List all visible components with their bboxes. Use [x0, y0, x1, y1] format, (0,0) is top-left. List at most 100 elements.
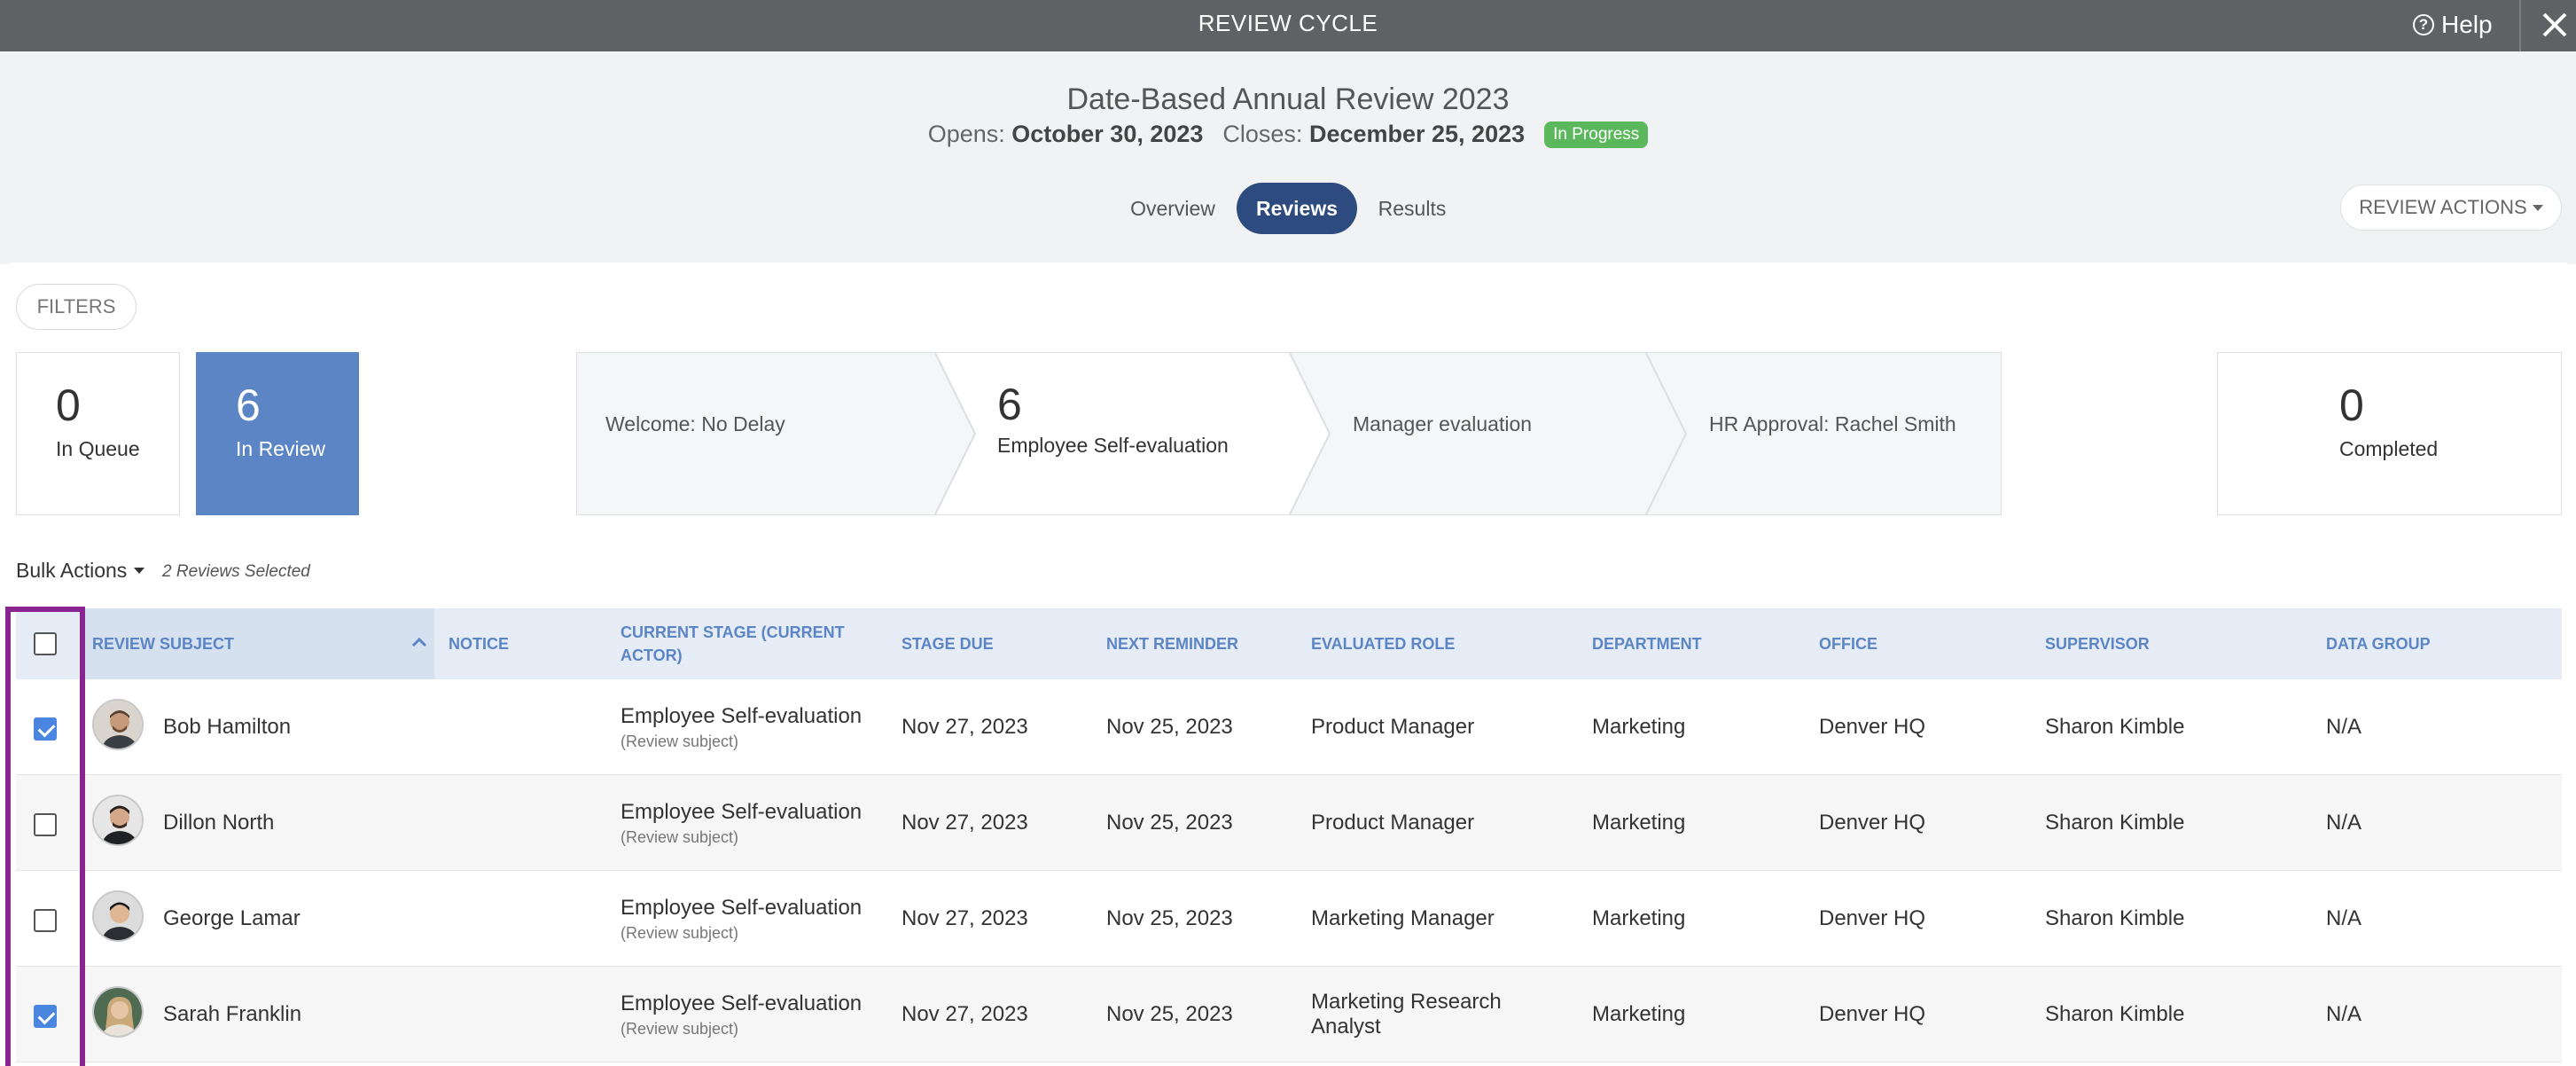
stage-self-evaluation[interactable]: 6 Employee Self-evaluation	[957, 352, 1312, 515]
help-button[interactable]: ? Help	[2413, 7, 2493, 43]
evaluated-role: Marketing Research Analyst	[1311, 990, 1502, 1039]
closes-date: December 25, 2023	[1308, 121, 1526, 147]
table-row[interactable]: Sarah Franklin Employee Self-evaluation …	[16, 967, 2562, 1062]
review-subject-name[interactable]: Dillon North	[163, 775, 274, 871]
review-actions-label: REVIEW ACTIONS	[2359, 196, 2527, 218]
department: Marketing	[1592, 906, 1686, 930]
table-row[interactable]: George Lamar Employee Self-evaluation (R…	[16, 871, 2562, 967]
topbar-divider	[2519, 0, 2521, 51]
stage-hr-approval[interactable]: HR Approval: Rachel Smith	[1667, 352, 2002, 515]
column-current-stage[interactable]: CURRENT STAGE (CURRENT ACTOR)	[621, 608, 886, 679]
next-reminder: Nov 25, 2023	[1106, 906, 1233, 930]
column-next-reminder[interactable]: NEXT REMINDER	[1106, 608, 1301, 679]
closes-label: Closes:	[1222, 121, 1303, 147]
stat-in-review[interactable]: 6 In Review	[196, 352, 359, 515]
opens-date: October 30, 2023	[1011, 121, 1204, 147]
stage-welcome-label: Welcome: No Delay	[605, 412, 785, 435]
office: Denver HQ	[1819, 811, 1926, 835]
table-header: REVIEW SUBJECT NOTICE CURRENT STAGE (CUR…	[16, 608, 2562, 679]
stage-manager-evaluation[interactable]: Manager evaluation	[1312, 352, 1667, 515]
column-office[interactable]: OFFICE	[1819, 608, 2032, 679]
cycle-dates: Opens: October 30, 2023 Closes: December…	[0, 121, 2576, 148]
current-stage: Employee Self-evaluation (Review subject…	[621, 871, 862, 967]
stage-self-evaluation-label: Employee Self-evaluation	[997, 434, 1229, 457]
in-review-label: In Review	[236, 437, 325, 460]
completed-count: 0	[2339, 380, 2364, 430]
office: Denver HQ	[1819, 906, 1926, 930]
filters-button[interactable]: FILTERS	[16, 284, 137, 330]
column-notice[interactable]: NOTICE	[449, 608, 608, 679]
stat-in-queue[interactable]: 0 In Queue	[16, 352, 180, 515]
caret-down-icon	[134, 568, 145, 574]
tab-reviews[interactable]: Reviews	[1237, 183, 1357, 234]
help-icon: ?	[2413, 14, 2434, 35]
row-checkbox[interactable]	[34, 717, 57, 741]
table-row[interactable]: Dillon North Employee Self-evaluation (R…	[16, 775, 2562, 871]
status-badge: In Progress	[1544, 121, 1649, 148]
supervisor: Sharon Kimble	[2045, 906, 2185, 930]
review-subject-name[interactable]: George Lamar	[163, 871, 301, 967]
cycle-header: Date-Based Annual Review 2023 Opens: Oct…	[0, 51, 2576, 264]
data-group: N/A	[2326, 811, 2362, 835]
data-group: N/A	[2326, 1002, 2362, 1026]
office: Denver HQ	[1819, 1002, 1926, 1026]
data-group: N/A	[2326, 715, 2362, 739]
close-button[interactable]	[2537, 7, 2572, 43]
column-review-subject[interactable]: REVIEW SUBJECT	[80, 608, 434, 679]
in-queue-count: 0	[56, 380, 81, 430]
evaluated-role: Product Manager	[1311, 811, 1475, 835]
review-subject-name[interactable]: Bob Hamilton	[163, 679, 291, 775]
stage-name: Employee Self-evaluation	[621, 895, 863, 920]
opens-label: Opens:	[927, 121, 1005, 147]
office: Denver HQ	[1819, 715, 1926, 739]
tab-results[interactable]: Results	[1367, 183, 1457, 234]
stage-name: Employee Self-evaluation	[621, 703, 863, 728]
column-stage-due[interactable]: STAGE DUE	[902, 608, 1097, 679]
stage-self-evaluation-count: 6	[997, 380, 1022, 429]
supervisor: Sharon Kimble	[2045, 811, 2185, 835]
selected-count: 2 Reviews Selected	[162, 562, 310, 581]
row-checkbox[interactable]	[34, 813, 57, 836]
stage-actor: (Review subject)	[621, 827, 739, 846]
avatar	[92, 795, 144, 846]
stage-actor: (Review subject)	[621, 1019, 739, 1038]
caret-down-icon	[2532, 204, 2543, 211]
completed-label: Completed	[2339, 437, 2439, 460]
stage-due: Nov 27, 2023	[902, 906, 1028, 930]
avatar	[92, 986, 144, 1038]
review-subject-name[interactable]: Sarah Franklin	[163, 967, 301, 1062]
supervisor: Sharon Kimble	[2045, 715, 2185, 739]
select-all-checkbox[interactable]	[34, 632, 57, 655]
row-checkbox[interactable]	[34, 1005, 57, 1028]
stage-name: Employee Self-evaluation	[621, 799, 863, 824]
supervisor: Sharon Kimble	[2045, 1002, 2185, 1026]
stage-hr-approval-label: HR Approval: Rachel Smith	[1709, 412, 1956, 435]
column-review-subject-label: REVIEW SUBJECT	[92, 635, 235, 653]
stage-welcome[interactable]: Welcome: No Delay	[576, 352, 957, 515]
column-evaluated-role[interactable]: EVALUATED ROLE	[1311, 608, 1577, 679]
bulk-actions-dropdown[interactable]: Bulk Actions	[16, 559, 145, 583]
column-department[interactable]: DEPARTMENT	[1592, 608, 1805, 679]
department: Marketing	[1592, 1002, 1686, 1026]
next-reminder: Nov 25, 2023	[1106, 715, 1233, 739]
close-icon	[2542, 12, 2567, 37]
column-supervisor[interactable]: SUPERVISOR	[2045, 608, 2311, 679]
row-checkbox[interactable]	[34, 909, 57, 932]
review-actions-button[interactable]: REVIEW ACTIONS	[2340, 184, 2562, 231]
data-group: N/A	[2326, 906, 2362, 930]
tab-overview[interactable]: Overview	[1119, 183, 1227, 234]
stage-actor: (Review subject)	[621, 732, 739, 750]
bulk-actions-label: Bulk Actions	[16, 559, 128, 582]
column-data-group[interactable]: DATA GROUP	[2326, 608, 2556, 679]
help-label: Help	[2441, 11, 2493, 38]
table-row[interactable]: Bob Hamilton Employee Self-evaluation (R…	[16, 679, 2562, 775]
stage-name: Employee Self-evaluation	[621, 991, 863, 1015]
next-reminder: Nov 25, 2023	[1106, 1002, 1233, 1026]
stat-completed[interactable]: 0 Completed	[2217, 352, 2562, 515]
stage-due: Nov 27, 2023	[902, 811, 1028, 835]
current-stage: Employee Self-evaluation (Review subject…	[621, 967, 862, 1062]
next-reminder: Nov 25, 2023	[1106, 811, 1233, 835]
department: Marketing	[1592, 811, 1686, 835]
avatar	[92, 890, 144, 942]
in-queue-label: In Queue	[56, 437, 140, 460]
